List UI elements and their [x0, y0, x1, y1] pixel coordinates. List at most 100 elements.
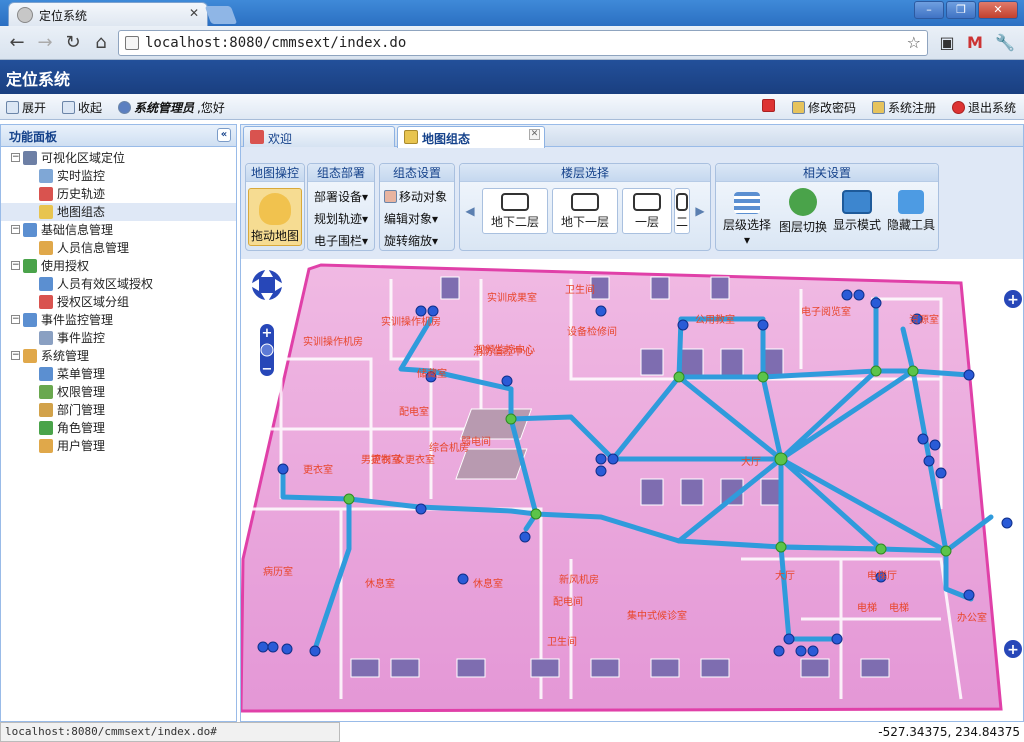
logout-button[interactable]: 退出系统 — [952, 99, 1016, 116]
mouse-coordinates: -527.34375, 234.84375 — [340, 722, 1024, 742]
register-icon — [872, 101, 885, 114]
home-icon[interactable]: ⌂ — [90, 32, 112, 54]
room-label: 储藏室 — [417, 367, 447, 380]
move-object-button[interactable]: 移动对象 — [384, 188, 447, 205]
zoom-control[interactable]: + − — [258, 322, 276, 378]
room-label: 电梯 — [857, 601, 877, 614]
close-window-button[interactable]: ✕ — [978, 1, 1018, 19]
drag-map-label: 拖动地图 — [250, 229, 299, 243]
sidebar-item-user-mgmt[interactable]: 用户管理 — [1, 437, 236, 455]
sidebar-item-realtime-monitor[interactable]: 实时监控 — [1, 167, 236, 185]
floor-map-canvas[interactable]: 实训成果室 卫生间 实训操作机房 实训操作机房 视频监控中心 设备检修间 公用教… — [241, 259, 1023, 721]
zoom-in-button[interactable]: + — [262, 326, 273, 341]
layer-switch-button[interactable]: 图层切换 — [778, 188, 828, 235]
home-button[interactable] — [762, 99, 775, 112]
sidebar-item-area-group[interactable]: 授权区域分组 — [1, 293, 236, 311]
area-group-icon — [39, 295, 53, 309]
tree-toggle-icon[interactable]: − — [11, 261, 20, 270]
function-tree: − 可视化区域定位 实时监控 历史轨迹 地图组态 − 基础信息管理 人员信息管理 − 使用授权 人员… — [1, 147, 236, 455]
tab-map-config[interactable]: 地图组态 ✕ — [397, 126, 545, 148]
sidebar-item-role-mgmt[interactable]: 角色管理 — [1, 419, 236, 437]
maximize-button[interactable]: ❐ — [946, 1, 976, 19]
tab-welcome[interactable]: 欢迎 — [243, 126, 395, 147]
browser-tabstrip: 定位系统 ✕ – ❐ ✕ — [0, 0, 1024, 26]
floor-prev-button[interactable]: ◀ — [462, 188, 478, 234]
back-icon[interactable]: ← — [6, 32, 28, 54]
sidebar-item-map-config[interactable]: 地图组态 — [1, 203, 236, 221]
floor-b1-button[interactable]: 地下一层 — [552, 188, 618, 234]
tree-toggle-icon[interactable]: − — [11, 225, 20, 234]
system-register-button[interactable]: 系统注册 — [872, 99, 936, 116]
house-icon — [762, 99, 775, 112]
group-deploy: 组态部署 部署设备▾ 规划轨迹▾ 电子围栏▾ — [307, 163, 375, 251]
expand-label: 展开 — [22, 101, 47, 115]
close-tab-icon[interactable]: ✕ — [189, 6, 199, 20]
sidebar-item-person-info[interactable]: 人员信息管理 — [1, 239, 236, 257]
group-floor-select-title: 楼层选择 — [460, 164, 710, 182]
world-icon[interactable] — [260, 343, 274, 357]
minimize-button[interactable]: – — [914, 1, 944, 19]
layer-switcher-bottom[interactable]: + — [1004, 640, 1022, 658]
pan-control[interactable] — [249, 267, 285, 303]
sidebar-item-event-monitor-mgmt[interactable]: − 事件监控管理 — [1, 311, 236, 329]
move-icon — [384, 190, 397, 203]
sidebar-item-menu-mgmt[interactable]: 菜单管理 — [1, 365, 236, 383]
floor-b2-button[interactable]: 地下二层 — [482, 188, 548, 234]
floor-next-button[interactable]: ▶ — [692, 188, 708, 234]
sidebar-item-department-mgmt[interactable]: 部门管理 — [1, 401, 236, 419]
close-tab-button[interactable]: ✕ — [529, 129, 540, 140]
new-tab-button[interactable] — [204, 6, 238, 24]
menu-mgmt-icon — [39, 367, 53, 381]
sidebar-item-event-monitor[interactable]: 事件监控 — [1, 329, 236, 347]
floor-1-button[interactable]: 一层 — [622, 188, 672, 234]
room-label: 大厅 — [775, 569, 795, 582]
floor-2-button[interactable]: 二 — [674, 188, 690, 234]
sidebar-item-visual-location[interactable]: − 可视化区域定位 — [1, 149, 236, 167]
bookmark-star-icon[interactable]: ☆ — [907, 33, 921, 52]
wrench-icon[interactable]: 🔧 — [994, 32, 1016, 54]
person-info-icon — [39, 241, 53, 255]
layer-switcher-bottom-label: + — [1007, 642, 1019, 658]
tree-toggle-icon[interactable]: − — [11, 153, 20, 162]
rotate-scale-button[interactable]: 旋转缩放▾ — [384, 232, 438, 249]
browser-tab[interactable]: 定位系统 ✕ — [8, 2, 208, 26]
function-panel-header: 功能面板 « — [1, 125, 236, 147]
hide-tools-button[interactable]: 隐藏工具 — [886, 188, 936, 233]
layer-switcher-top[interactable]: + — [1004, 290, 1022, 308]
sidebar-item-auth[interactable]: − 使用授权 — [1, 257, 236, 275]
collapse-button[interactable]: 收起 — [62, 99, 102, 116]
tree-toggle-icon[interactable]: − — [11, 315, 20, 324]
sidebar-item-label: 权限管理 — [57, 385, 106, 399]
room-label: 女更衣室 — [395, 453, 435, 466]
zoom-out-button[interactable]: − — [262, 362, 273, 377]
level-select-button[interactable]: 层级选择 ▾ — [722, 188, 772, 247]
floor-map-svg[interactable]: 实训成果室 卫生间 实训操作机房 实训操作机房 视频监控中心 设备检修间 公用教… — [241, 259, 1023, 721]
room-label: 病历室 — [263, 565, 293, 578]
tree-toggle-icon[interactable]: − — [11, 351, 20, 360]
edit-object-button[interactable]: 编辑对象▾ — [384, 210, 438, 227]
collapse-panel-button[interactable]: « — [217, 128, 231, 142]
sidebar-item-basic-info[interactable]: − 基础信息管理 — [1, 221, 236, 239]
extension-icon[interactable]: ▣ — [936, 32, 958, 54]
room-label: 设备检修间 — [567, 325, 617, 338]
reload-icon[interactable]: ↻ — [62, 32, 84, 54]
sidebar-item-label: 用户管理 — [57, 439, 106, 453]
deploy-device-button[interactable]: 部署设备▾ — [314, 188, 368, 205]
gmail-icon[interactable]: M — [964, 32, 986, 54]
address-bar[interactable]: localhost:8080/cmmsext/index.do ☆ — [118, 30, 928, 56]
status-url: localhost:8080/cmmsext/index.do# — [0, 722, 340, 742]
sidebar-item-history-track[interactable]: 历史轨迹 — [1, 185, 236, 203]
sidebar-item-system-mgmt[interactable]: − 系统管理 — [1, 347, 236, 365]
level-select-dropdown-icon: ▾ — [743, 233, 751, 247]
plan-track-button[interactable]: 规划轨迹▾ — [314, 210, 368, 227]
history-track-icon — [39, 187, 53, 201]
drag-map-button[interactable]: 拖动地图 — [248, 188, 302, 246]
sidebar-item-person-area-auth[interactable]: 人员有效区域授权 — [1, 275, 236, 293]
e-fence-button[interactable]: 电子围栏▾ — [314, 232, 368, 249]
sidebar-item-permission-mgmt[interactable]: 权限管理 — [1, 383, 236, 401]
layer-switcher-top-label: + — [1007, 292, 1019, 308]
change-password-button[interactable]: 修改密码 — [792, 99, 856, 116]
expand-button[interactable]: 展开 — [6, 99, 46, 116]
display-mode-button[interactable]: 显示模式 — [832, 188, 882, 233]
forward-icon[interactable]: → — [34, 32, 56, 54]
